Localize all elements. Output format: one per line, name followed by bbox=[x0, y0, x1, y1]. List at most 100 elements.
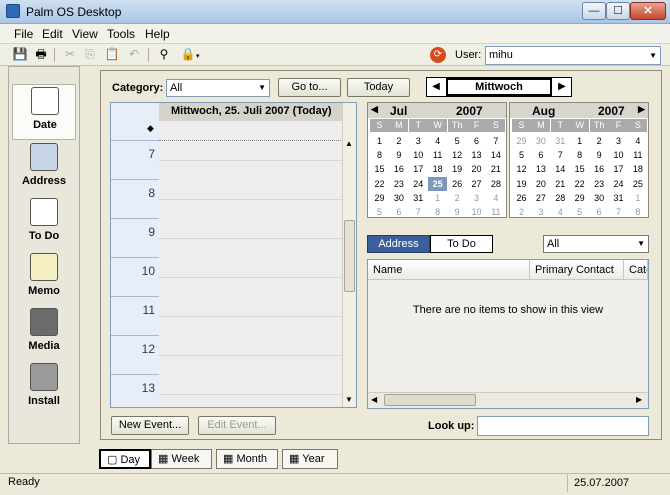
calendar-day[interactable]: 26 bbox=[448, 177, 467, 191]
tab-day-view[interactable]: ▢ Day bbox=[99, 449, 151, 469]
tab-todo[interactable]: To Do bbox=[430, 235, 493, 253]
mini-calendar-august[interactable]: Aug 2007 ▶ S M T W Th F S 29 30 31 1 2 3 4 5 6 7 8 9 10 11 12… bbox=[509, 102, 649, 218]
address-list[interactable]: Name Primary Contact Cate There are no i… bbox=[367, 259, 649, 409]
calendar-day[interactable]: 11 bbox=[428, 148, 447, 162]
calendar-day[interactable]: 6 bbox=[467, 134, 486, 148]
calendar-day[interactable]: 1 bbox=[428, 191, 447, 205]
calendar-day[interactable]: 5 bbox=[448, 134, 467, 148]
menu-help[interactable]: Help bbox=[145, 27, 170, 41]
time-slot[interactable] bbox=[159, 141, 343, 161]
time-slot[interactable] bbox=[159, 258, 343, 278]
calendar-day[interactable]: 2 bbox=[590, 134, 609, 148]
calendar-day[interactable]: 1 bbox=[370, 134, 389, 148]
calendar-day[interactable]: 23 bbox=[389, 177, 408, 191]
next-day-arrow-icon[interactable]: ▶ bbox=[553, 78, 571, 96]
calendar-day[interactable]: 8 bbox=[370, 148, 389, 162]
user-select[interactable]: mihu ▼ bbox=[485, 46, 661, 65]
calendar-day[interactable]: 1 bbox=[570, 134, 589, 148]
new-event-button[interactable]: New Event... bbox=[111, 416, 189, 435]
calendar-day[interactable]: 26 bbox=[512, 191, 531, 205]
calendar-day[interactable]: 1 bbox=[628, 191, 647, 205]
calendar-day[interactable]: 7 bbox=[409, 205, 428, 219]
calendar-day[interactable]: 18 bbox=[428, 162, 447, 176]
calendar-day[interactable]: 16 bbox=[590, 162, 609, 176]
calendar-day[interactable]: 4 bbox=[486, 191, 505, 205]
scroll-thumb[interactable] bbox=[344, 220, 355, 292]
calendar-day[interactable]: 30 bbox=[389, 191, 408, 205]
calendar-day[interactable]: 20 bbox=[467, 162, 486, 176]
maximize-button[interactable]: ☐ bbox=[606, 2, 630, 20]
lock-dropdown-icon[interactable]: ▾ bbox=[196, 52, 200, 60]
calendar-day[interactable]: 14 bbox=[551, 162, 570, 176]
time-slot[interactable] bbox=[159, 180, 343, 200]
calendar-day[interactable]: 25 bbox=[428, 176, 448, 191]
app-install[interactable]: Install bbox=[12, 361, 76, 417]
calendar-day[interactable]: 31 bbox=[409, 191, 428, 205]
calendar-day[interactable]: 29 bbox=[512, 134, 531, 148]
time-slot[interactable] bbox=[159, 394, 343, 407]
paste-icon[interactable]: 📋 bbox=[104, 46, 120, 62]
column-header-category[interactable]: Cate bbox=[624, 260, 648, 280]
scroll-down-arrow-icon[interactable]: ▼ bbox=[345, 395, 353, 404]
app-todo[interactable]: To Do bbox=[12, 196, 76, 252]
time-slot[interactable] bbox=[159, 375, 343, 395]
minimize-button[interactable]: — bbox=[582, 2, 606, 20]
save-icon[interactable]: 💾 bbox=[12, 46, 28, 62]
tab-week-view[interactable]: ▦ Week bbox=[151, 449, 212, 469]
app-media[interactable]: Media bbox=[12, 306, 76, 362]
calendar-day[interactable]: 3 bbox=[609, 134, 628, 148]
goto-button[interactable]: Go to... bbox=[278, 78, 341, 97]
close-button[interactable]: ✕ bbox=[630, 2, 666, 20]
calendar-day[interactable]: 10 bbox=[609, 148, 628, 162]
time-slot[interactable] bbox=[159, 297, 343, 317]
today-button[interactable]: Today bbox=[347, 78, 410, 97]
column-header-primary-contact[interactable]: Primary Contact bbox=[530, 260, 624, 280]
lock-icon[interactable]: 🔒 bbox=[180, 46, 196, 62]
calendar-day[interactable]: 11 bbox=[628, 148, 647, 162]
calendar-day[interactable]: 7 bbox=[486, 134, 505, 148]
hscroll-thumb[interactable] bbox=[384, 394, 476, 406]
menu-view[interactable]: View bbox=[72, 27, 98, 41]
calendar-day[interactable]: 5 bbox=[370, 205, 389, 219]
hotsync-icon[interactable]: ⟳ bbox=[430, 47, 446, 63]
copy-icon[interactable]: ⎘ bbox=[82, 46, 98, 62]
scroll-right-arrow-icon[interactable]: ▶ bbox=[636, 395, 642, 404]
tab-year-view[interactable]: ▦ Year bbox=[282, 449, 338, 469]
print-icon[interactable]: 🖶 bbox=[33, 46, 49, 62]
calendar-day[interactable]: 28 bbox=[486, 177, 505, 191]
time-slot[interactable] bbox=[159, 238, 343, 259]
calendar-day[interactable]: 6 bbox=[531, 148, 550, 162]
list-hscrollbar[interactable]: ◀ ▶ bbox=[368, 392, 648, 408]
find-binoculars-icon[interactable]: ⚲ bbox=[156, 46, 172, 62]
time-slot[interactable] bbox=[159, 316, 343, 337]
menu-edit[interactable]: Edit bbox=[42, 27, 63, 41]
calendar-day[interactable]: 29 bbox=[370, 191, 389, 205]
calendar-day[interactable]: 19 bbox=[512, 177, 531, 191]
calendar-day[interactable]: 19 bbox=[448, 162, 467, 176]
calendar-day[interactable]: 12 bbox=[512, 162, 531, 176]
calendar-day[interactable]: 5 bbox=[570, 205, 589, 219]
menu-tools[interactable]: Tools bbox=[107, 27, 135, 41]
list-filter-select[interactable]: All ▼ bbox=[543, 235, 649, 253]
calendar-day[interactable]: 24 bbox=[409, 177, 428, 191]
calendar-day[interactable]: 2 bbox=[389, 134, 408, 148]
calendar-day[interactable]: 8 bbox=[570, 148, 589, 162]
time-slot[interactable] bbox=[159, 219, 343, 239]
calendar-day[interactable]: 13 bbox=[531, 162, 550, 176]
calendar-day[interactable]: 30 bbox=[531, 134, 550, 148]
calendar-day[interactable]: 8 bbox=[628, 205, 647, 219]
scroll-up-arrow-icon[interactable]: ▲ bbox=[345, 139, 353, 148]
calendar-day[interactable]: 8 bbox=[428, 205, 447, 219]
calendar-day[interactable]: 27 bbox=[531, 191, 550, 205]
calendar-day[interactable]: 22 bbox=[570, 177, 589, 191]
category-select[interactable]: All ▼ bbox=[166, 79, 270, 97]
day-grid-scrollbar[interactable]: ▲ ▼ bbox=[342, 103, 356, 407]
calendar-day[interactable]: 17 bbox=[609, 162, 628, 176]
calendar-day[interactable]: 4 bbox=[551, 205, 570, 219]
untimed-events-row[interactable] bbox=[159, 121, 343, 141]
cut-icon[interactable]: ✂ bbox=[62, 46, 78, 62]
column-header-name[interactable]: Name bbox=[368, 260, 530, 280]
calendar-day[interactable]: 10 bbox=[409, 148, 428, 162]
calendar-day[interactable]: 14 bbox=[486, 148, 505, 162]
calendar-day[interactable]: 9 bbox=[448, 205, 467, 219]
